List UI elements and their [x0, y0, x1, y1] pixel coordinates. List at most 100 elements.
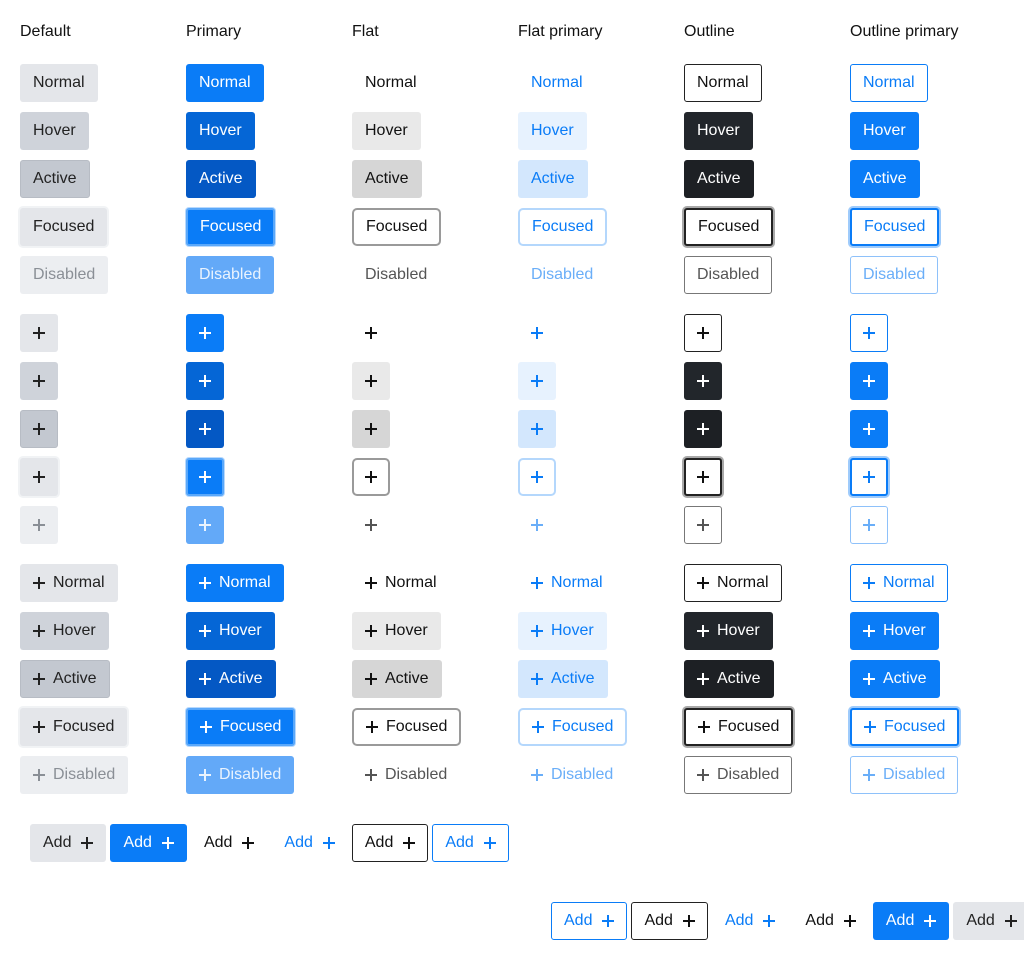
- flatprimary-normal-icon-text-button[interactable]: Normal: [518, 564, 616, 602]
- flat-normal-text-icon-button[interactable]: Add: [191, 824, 267, 862]
- outline-focused-icon-button[interactable]: [684, 458, 722, 496]
- flatprimary-normal-icon-button[interactable]: [518, 314, 556, 352]
- outlineprimary-hover-text-button[interactable]: Hover: [850, 112, 919, 150]
- outline-active-icon-button[interactable]: [684, 410, 722, 448]
- outlineprimary-active-text-button[interactable]: Active: [850, 160, 920, 198]
- default-normal-text-button[interactable]: Normal: [20, 64, 98, 102]
- flatprimary-focused-icon-button[interactable]: [518, 458, 556, 496]
- primary-disabled-icon-button: [186, 506, 224, 544]
- flat-focused-text-button[interactable]: Focused: [352, 208, 442, 246]
- flat-focused-icon-button[interactable]: [352, 458, 390, 496]
- default-hover-icon-text-button[interactable]: Hover: [20, 612, 109, 650]
- outlineprimary-focused-text-button[interactable]: Focused: [850, 208, 940, 246]
- primary-normal-icon-text-button[interactable]: Normal: [186, 564, 284, 602]
- plus-icon: [698, 721, 710, 733]
- button-label: Focused: [220, 718, 282, 735]
- outlineprimary-active-icon-text-button[interactable]: Active: [850, 660, 940, 698]
- plus-icon: [322, 837, 335, 849]
- primary-active-icon-text-button[interactable]: Active: [186, 660, 276, 698]
- outline-normal-icon-button[interactable]: [684, 314, 722, 352]
- outlineprimary-hover-icon-text-button[interactable]: Hover: [850, 612, 939, 650]
- outlineprimary-normal-icon-button[interactable]: [850, 314, 888, 352]
- flat-hover-icon-text-button[interactable]: Hover: [352, 612, 441, 650]
- primary-hover-icon-button[interactable]: [186, 362, 224, 400]
- outlineprimary-normal-text-icon-button[interactable]: Add: [551, 902, 628, 940]
- flat-active-icon-text-button[interactable]: Active: [352, 660, 442, 698]
- flat-normal-text-button[interactable]: Normal: [352, 64, 430, 102]
- flatprimary-focused-icon-text-button[interactable]: Focused: [518, 708, 628, 746]
- outlineprimary-focused-icon-text-button[interactable]: Focused: [850, 708, 960, 746]
- flatprimary-active-icon-text-button[interactable]: Active: [518, 660, 608, 698]
- primary-focused-icon-text-button[interactable]: Focused: [186, 708, 296, 746]
- outline-normal-text-button[interactable]: Normal: [684, 64, 762, 102]
- plus-icon: [33, 327, 45, 339]
- flat-active-icon-button[interactable]: [352, 410, 390, 448]
- flat-normal-icon-text-button[interactable]: Normal: [352, 564, 450, 602]
- outline-normal-icon-text-button[interactable]: Normal: [684, 564, 782, 602]
- primary-active-text-button[interactable]: Active: [186, 160, 256, 198]
- outline-hover-text-button[interactable]: Hover: [684, 112, 753, 150]
- default-normal-icon-button[interactable]: [20, 314, 58, 352]
- outline-focused-icon-text-button[interactable]: Focused: [684, 708, 794, 746]
- flatprimary-focused-text-button[interactable]: Focused: [518, 208, 608, 246]
- flat-active-text-button[interactable]: Active: [352, 160, 422, 198]
- outline-hover-icon-text-button[interactable]: Hover: [684, 612, 773, 650]
- primary-hover-text-button[interactable]: Hover: [186, 112, 255, 150]
- default-normal-text-icon-button[interactable]: Add: [953, 902, 1024, 940]
- default-active-text-button[interactable]: Active: [20, 160, 90, 198]
- button-label: Add: [123, 834, 152, 851]
- outlineprimary-active-icon-button[interactable]: [850, 410, 888, 448]
- flatprimary-normal-text-icon-button[interactable]: Add: [712, 902, 788, 940]
- outline-hover-icon-button[interactable]: [684, 362, 722, 400]
- primary-focused-icon-button[interactable]: [186, 458, 224, 496]
- flatprimary-hover-icon-text-button[interactable]: Hover: [518, 612, 607, 650]
- outlineprimary-hover-icon-button[interactable]: [850, 362, 888, 400]
- outline-active-icon-text-button[interactable]: Active: [684, 660, 774, 698]
- default-active-icon-button[interactable]: [20, 410, 58, 448]
- primary-normal-text-icon-button[interactable]: Add: [872, 902, 950, 940]
- flat-normal-text-icon-button[interactable]: Add: [792, 902, 868, 940]
- flat-hover-icon-button[interactable]: [352, 362, 390, 400]
- outline-focused-text-button[interactable]: Focused: [684, 208, 774, 246]
- outline-active-text-button[interactable]: Active: [684, 160, 754, 198]
- button-label: Disabled: [717, 766, 780, 783]
- flatprimary-disabled-icon-button: [518, 506, 556, 544]
- primary-active-icon-button[interactable]: [186, 410, 224, 448]
- default-active-icon-text-button[interactable]: Active: [20, 660, 110, 698]
- outlineprimary-focused-icon-button[interactable]: [850, 458, 888, 496]
- default-hover-icon-button[interactable]: [20, 362, 58, 400]
- primary-focused-text-button[interactable]: Focused: [186, 208, 276, 246]
- outlineprimary-normal-text-icon-button[interactable]: Add: [432, 824, 509, 862]
- default-focused-icon-text-button[interactable]: Focused: [20, 708, 128, 746]
- outlineprimary-normal-icon-text-button[interactable]: Normal: [850, 564, 948, 602]
- button-label: Focused: [884, 718, 946, 735]
- flatprimary-active-text-button[interactable]: Active: [518, 160, 588, 198]
- plus-icon: [33, 375, 45, 387]
- default-focused-text-button[interactable]: Focused: [20, 208, 108, 246]
- flat-focused-icon-text-button[interactable]: Focused: [352, 708, 462, 746]
- default-normal-text-icon-button[interactable]: Add: [30, 824, 107, 862]
- flatprimary-active-icon-button[interactable]: [518, 410, 556, 448]
- default-focused-icon-button[interactable]: [20, 458, 58, 496]
- flatprimary-normal-text-button[interactable]: Normal: [518, 64, 596, 102]
- button-label: Normal: [883, 574, 935, 591]
- plus-icon: [483, 837, 496, 849]
- outlineprimary-normal-text-button[interactable]: Normal: [850, 64, 928, 102]
- plus-icon: [365, 423, 377, 435]
- flat-hover-text-button[interactable]: Hover: [352, 112, 421, 150]
- flatprimary-hover-text-button[interactable]: Hover: [518, 112, 587, 150]
- flat-normal-icon-button[interactable]: [352, 314, 390, 352]
- plus-icon: [531, 519, 543, 531]
- flatprimary-normal-text-icon-button[interactable]: Add: [271, 824, 347, 862]
- plus-icon: [697, 471, 709, 483]
- primary-normal-text-button[interactable]: Normal: [186, 64, 264, 102]
- flatprimary-hover-icon-button[interactable]: [518, 362, 556, 400]
- default-normal-icon-text-button[interactable]: Normal: [20, 564, 118, 602]
- outline-normal-text-icon-button[interactable]: Add: [351, 824, 429, 862]
- primary-hover-icon-text-button[interactable]: Hover: [186, 612, 275, 650]
- primary-normal-icon-button[interactable]: [186, 314, 224, 352]
- outline-normal-text-icon-button[interactable]: Add: [631, 902, 708, 940]
- primary-normal-text-icon-button[interactable]: Add: [110, 824, 187, 862]
- grid-cell: Disabled: [684, 256, 850, 304]
- default-hover-text-button[interactable]: Hover: [20, 112, 89, 150]
